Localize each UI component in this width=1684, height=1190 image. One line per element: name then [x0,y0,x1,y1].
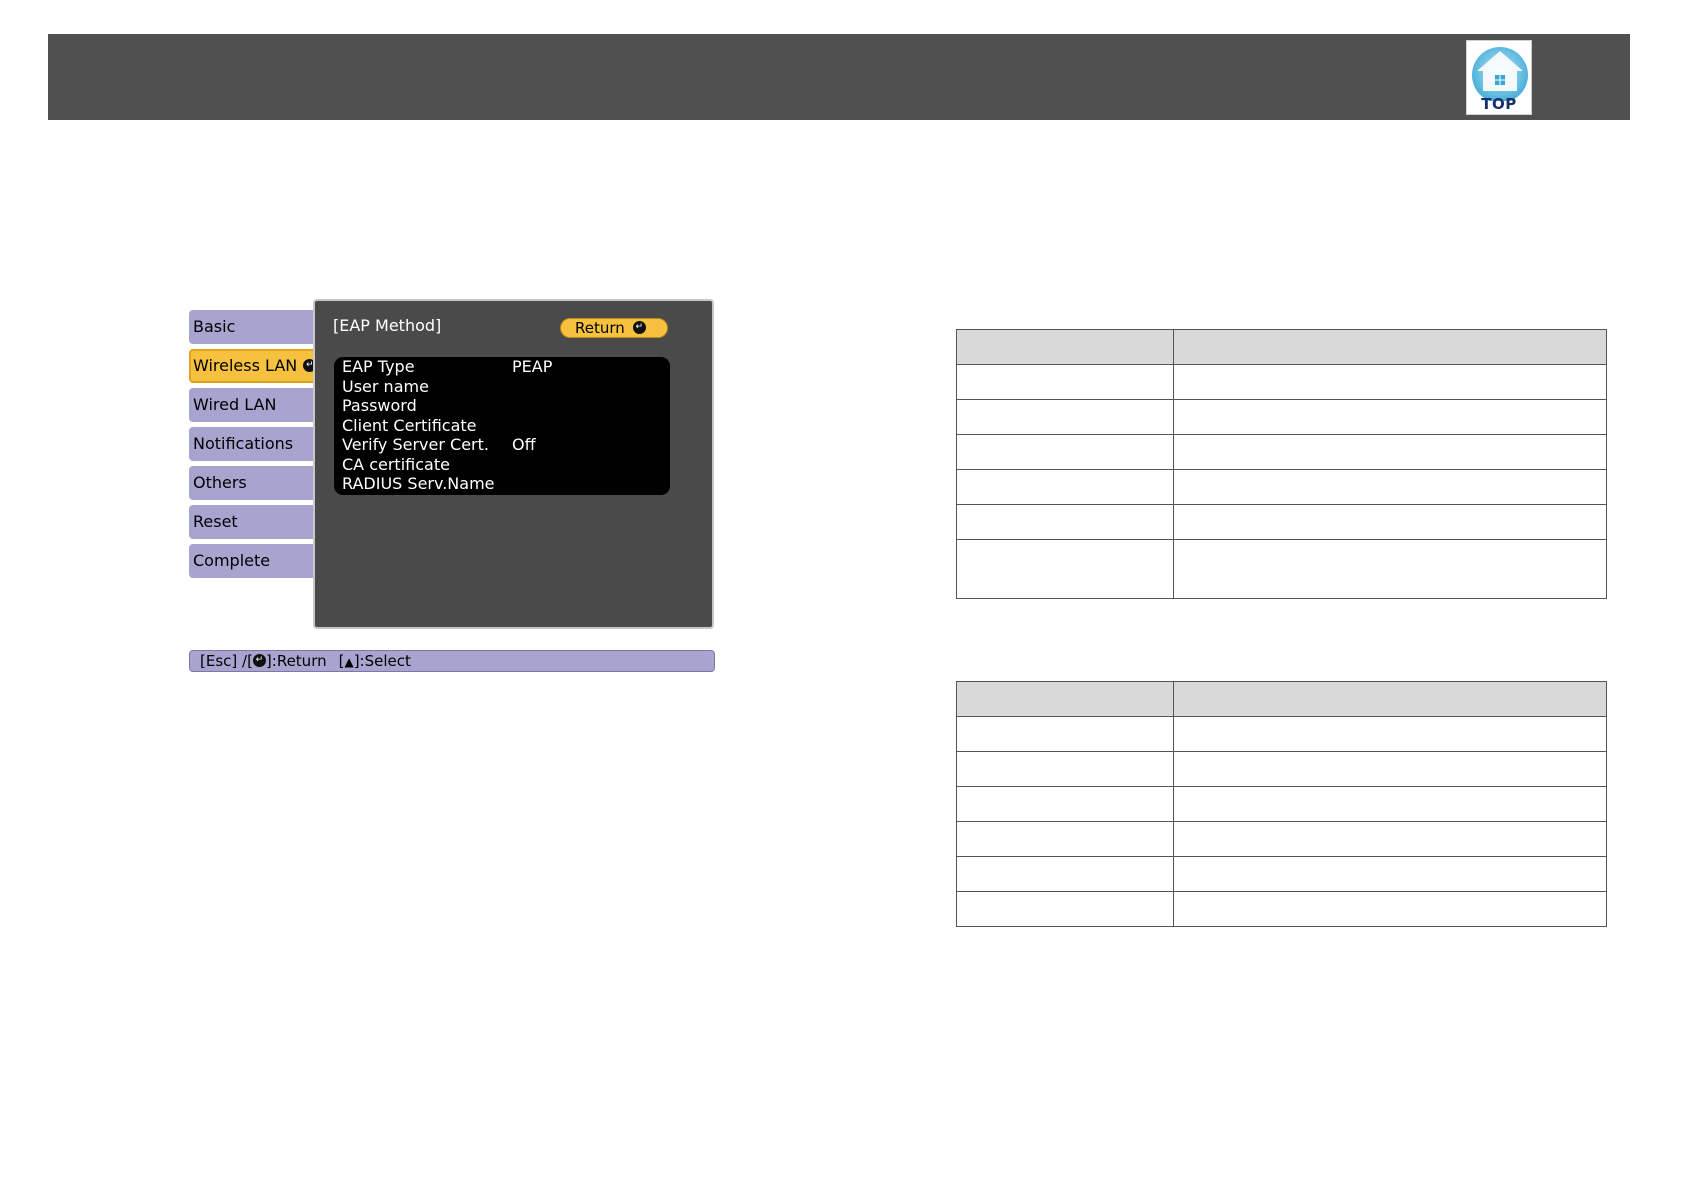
setting-row-radius-serv-name[interactable]: RADIUS Serv.Name [334,474,670,494]
table-row [956,364,1607,400]
table-cell [1173,821,1607,857]
status-return: ]:Return [265,652,327,670]
table-cell [956,364,1174,400]
table-cell [956,539,1174,599]
tab-label: Basic [193,317,236,336]
setting-label: Password [342,396,417,415]
tab-label: Others [193,473,247,492]
table-cell [956,856,1174,892]
table-row [956,469,1607,505]
tab-wireless-lan[interactable]: Wireless LAN ↵ [189,349,323,383]
table-cell [1173,539,1607,599]
table-header-row [956,681,1607,717]
setting-label: User name [342,376,429,396]
tab-label: Complete [193,551,271,570]
table-row [956,399,1607,435]
tab-complete[interactable]: Complete [189,544,313,578]
table-row [956,539,1607,599]
table-row [956,751,1607,787]
settings-list: EAP Type PEAP User name Password Client … [334,357,670,495]
table-row [956,716,1607,752]
tab-label: Wireless LAN [193,356,298,375]
table-cell [956,504,1174,540]
table-cell [1173,856,1607,892]
setting-label: CA certificate [342,454,450,474]
tab-wired-lan[interactable]: Wired LAN [189,388,313,422]
table-row [956,891,1607,927]
table-cell [956,469,1174,505]
panel-title: [EAP Method] [333,316,442,335]
table-cell [956,891,1174,927]
setting-label: Verify Server Cert. [342,435,489,454]
setting-row-client-certificate[interactable]: Client Certificate [334,416,670,436]
table-cell [956,786,1174,822]
setting-value: Off [512,435,536,454]
table-cell [956,399,1174,435]
table-row [956,786,1607,822]
tab-label: Wired LAN [193,395,277,414]
table-cell [1173,716,1607,752]
return-label: Return [575,319,625,337]
table-bottom [956,681,1607,927]
table-row [956,504,1607,540]
table-header-row [956,329,1607,365]
table-top [956,329,1607,599]
tab-notifications[interactable]: Notifications [189,427,313,461]
table-cell [1173,469,1607,505]
setting-label: Client Certificate [342,415,477,435]
top-button[interactable]: TOP [1466,40,1532,115]
status-bar: [Esc] /[↵]:Return [▲︎]:Select [189,650,715,672]
header-bar [48,34,1630,120]
table-header-cell [956,681,1174,717]
setting-row-eap-type[interactable]: EAP Type PEAP [334,357,670,377]
status-select: ]:Select [353,652,411,670]
home-icon [1472,47,1528,101]
table-cell [1173,434,1607,470]
table-cell [1173,504,1607,540]
table-header-cell [956,329,1174,365]
table-cell [956,434,1174,470]
table-header-cell [1173,329,1607,365]
setting-row-user-name[interactable]: User name [334,377,670,397]
return-button[interactable]: Return ↵ [560,318,668,338]
table-row [956,434,1607,470]
table-cell [1173,364,1607,400]
top-label: TOP [1481,95,1517,113]
tab-label: Reset [193,512,238,531]
tab-reset[interactable]: Reset [189,505,313,539]
table-row [956,856,1607,892]
table-cell [1173,786,1607,822]
setting-row-verify-server-cert[interactable]: Verify Server Cert. Off [334,435,670,455]
table-cell [1173,891,1607,927]
tab-label: Notifications [193,434,294,453]
table-header-cell [1173,681,1607,717]
status-esc: [Esc] /[ [200,652,253,670]
setting-row-password[interactable]: Password [334,396,670,416]
enter-icon: ↵ [252,654,266,667]
table-cell [956,751,1174,787]
setting-label: RADIUS Serv.Name [342,474,495,493]
table-cell [956,821,1174,857]
table-row [956,821,1607,857]
setting-value: PEAP [512,357,553,376]
table-cell [956,716,1174,752]
setting-label: EAP Type [342,357,415,376]
tab-basic[interactable]: Basic [189,310,313,344]
enter-icon: ↵ [632,321,646,334]
setting-row-ca-certificate[interactable]: CA certificate [334,455,670,475]
up-down-arrow-icon: ▲︎ [344,655,354,669]
table-cell [1173,751,1607,787]
tab-others[interactable]: Others [189,466,313,500]
table-cell [1173,399,1607,435]
